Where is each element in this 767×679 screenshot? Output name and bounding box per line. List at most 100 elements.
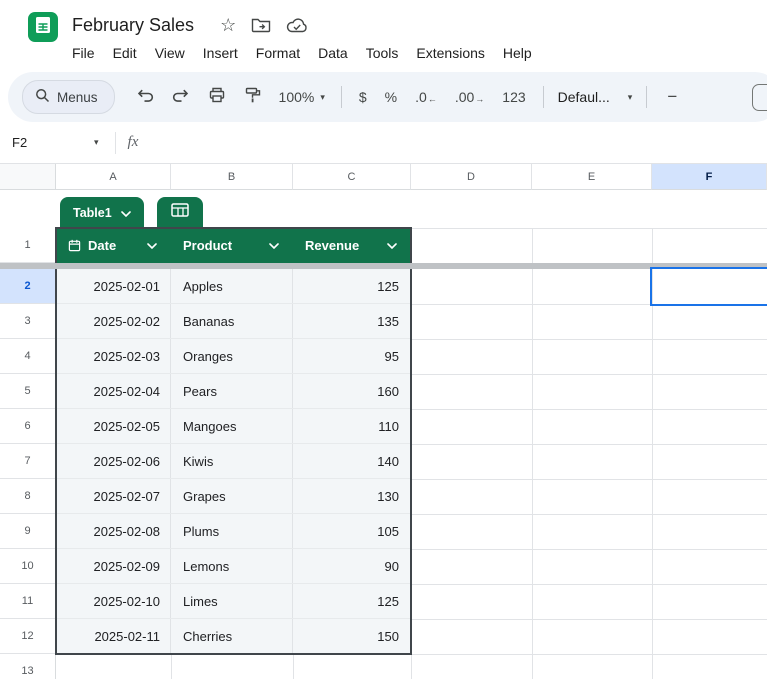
decrease-font-size-button[interactable]: − — [667, 87, 677, 107]
row-header-11[interactable]: 11 — [0, 584, 56, 619]
cell-date[interactable]: 2025-02-02 — [56, 304, 171, 338]
cell-revenue[interactable]: 105 — [293, 514, 411, 548]
cell-product[interactable]: Oranges — [171, 339, 293, 373]
row-header-9[interactable]: 9 — [0, 514, 56, 549]
cell-date[interactable]: 2025-02-10 — [56, 584, 171, 618]
cell-product[interactable]: Kiwis — [171, 444, 293, 478]
name-box[interactable]: F2 — [12, 135, 94, 150]
number-format-button[interactable]: 123 — [502, 89, 525, 105]
row-header-3[interactable]: 3 — [0, 304, 56, 339]
row-header-7[interactable]: 7 — [0, 444, 56, 479]
row-header-12[interactable]: 12 — [0, 619, 56, 654]
sheets-logo[interactable] — [28, 12, 58, 42]
menu-view[interactable]: View — [146, 41, 194, 65]
column-header-f[interactable]: F — [652, 164, 767, 190]
chevron-down-icon[interactable] — [269, 242, 279, 249]
table-row: 2025-02-08 Plums 105 — [56, 514, 411, 549]
undo-button[interactable] — [131, 83, 159, 111]
menu-data[interactable]: Data — [309, 41, 357, 65]
cell-product[interactable]: Plums — [171, 514, 293, 548]
toolbar-divider — [340, 86, 342, 108]
menu-help[interactable]: Help — [494, 41, 541, 65]
cell-revenue[interactable]: 160 — [293, 374, 411, 408]
document-title[interactable]: February Sales — [72, 15, 194, 36]
menu-tools[interactable]: Tools — [357, 41, 408, 65]
table-header-revenue[interactable]: Revenue — [293, 228, 411, 263]
chevron-down-icon[interactable] — [387, 242, 397, 249]
row-header-2[interactable]: 2 — [0, 269, 56, 304]
cell-revenue[interactable]: 90 — [293, 549, 411, 583]
table-menu-button[interactable] — [157, 197, 203, 228]
row-header-10[interactable]: 10 — [0, 549, 56, 584]
row-header-4[interactable]: 4 — [0, 339, 56, 374]
cell-product[interactable]: Cherries — [171, 619, 293, 653]
decrease-decimal-button[interactable]: .0 ← — [415, 89, 437, 105]
select-all-corner[interactable] — [0, 164, 56, 190]
menus-button[interactable]: Menus — [22, 80, 115, 114]
increase-decimal-button[interactable]: .00 → — [455, 89, 484, 105]
table-header-product[interactable]: Product — [171, 228, 293, 263]
cell-date[interactable]: 2025-02-04 — [56, 374, 171, 408]
percent-format-button[interactable]: % — [385, 89, 397, 105]
column-header-d[interactable]: D — [411, 164, 532, 190]
font-size-input[interactable] — [752, 84, 767, 111]
cell-date[interactable]: 2025-02-07 — [56, 479, 171, 513]
cell-date[interactable]: 2025-02-11 — [56, 619, 171, 653]
gridline-horizontal — [411, 479, 767, 480]
cell-date[interactable]: 2025-02-06 — [56, 444, 171, 478]
cell-revenue[interactable]: 150 — [293, 619, 411, 653]
star-icon[interactable]: ☆ — [220, 16, 236, 34]
name-box-caret-icon[interactable]: ▾ — [94, 138, 99, 147]
cell-revenue[interactable]: 95 — [293, 339, 411, 373]
column-header-c[interactable]: C — [293, 164, 411, 190]
menu-edit[interactable]: Edit — [104, 41, 146, 65]
cell-revenue[interactable]: 135 — [293, 304, 411, 338]
menu-file[interactable]: File — [63, 41, 104, 65]
cell-product[interactable]: Limes — [171, 584, 293, 618]
gridline-vertical — [171, 654, 172, 679]
table-name-chip[interactable]: Table1 — [60, 197, 144, 228]
table-style-select[interactable]: Defaul... ▾ — [558, 89, 633, 105]
print-button[interactable] — [203, 83, 231, 111]
cell-date[interactable]: 2025-02-01 — [56, 269, 171, 303]
spreadsheet-grid[interactable]: Table1 Date Product Revenue 2025-02-01 Appl… — [0, 164, 767, 679]
frozen-row-divider[interactable] — [0, 263, 767, 269]
toolbar: Menus 100% ▾ $ % .0 ← .00 → 123 Defaul... … — [8, 72, 767, 122]
cell-date[interactable]: 2025-02-03 — [56, 339, 171, 373]
cell-date[interactable]: 2025-02-05 — [56, 409, 171, 443]
cell-date[interactable]: 2025-02-09 — [56, 549, 171, 583]
zoom-select[interactable]: 100% ▾ — [279, 89, 325, 105]
column-header-b[interactable]: B — [171, 164, 293, 190]
column-header-e[interactable]: E — [532, 164, 652, 190]
row-header-8[interactable]: 8 — [0, 479, 56, 514]
chevron-down-icon[interactable] — [147, 242, 157, 249]
currency-format-button[interactable]: $ — [359, 89, 367, 105]
cell-product[interactable]: Lemons — [171, 549, 293, 583]
menu-extensions[interactable]: Extensions — [407, 41, 493, 65]
cell-product[interactable]: Pears — [171, 374, 293, 408]
column-header-a[interactable]: A — [56, 164, 171, 190]
menu-insert[interactable]: Insert — [194, 41, 247, 65]
cell-product[interactable]: Grapes — [171, 479, 293, 513]
paint-format-button[interactable] — [239, 83, 267, 111]
row-header-5[interactable]: 5 — [0, 374, 56, 409]
gridline-horizontal — [411, 549, 767, 550]
table-row: 2025-02-01 Apples 125 — [56, 269, 411, 304]
redo-button[interactable] — [167, 83, 195, 111]
zoom-value: 100% — [278, 89, 315, 105]
cell-product[interactable]: Apples — [171, 269, 293, 303]
cell-revenue[interactable]: 140 — [293, 444, 411, 478]
menu-format[interactable]: Format — [247, 41, 309, 65]
row-header-13[interactable]: 13 — [0, 654, 56, 679]
move-folder-icon[interactable] — [251, 17, 271, 33]
cell-product[interactable]: Mangoes — [171, 409, 293, 443]
cell-product[interactable]: Bananas — [171, 304, 293, 338]
row-header-6[interactable]: 6 — [0, 409, 56, 444]
table-header-date[interactable]: Date — [56, 228, 171, 263]
cell-date[interactable]: 2025-02-08 — [56, 514, 171, 548]
cell-revenue[interactable]: 125 — [293, 584, 411, 618]
cell-revenue[interactable]: 125 — [293, 269, 411, 303]
cell-revenue[interactable]: 130 — [293, 479, 411, 513]
cell-revenue[interactable]: 110 — [293, 409, 411, 443]
row-header-1[interactable]: 1 — [0, 228, 56, 263]
